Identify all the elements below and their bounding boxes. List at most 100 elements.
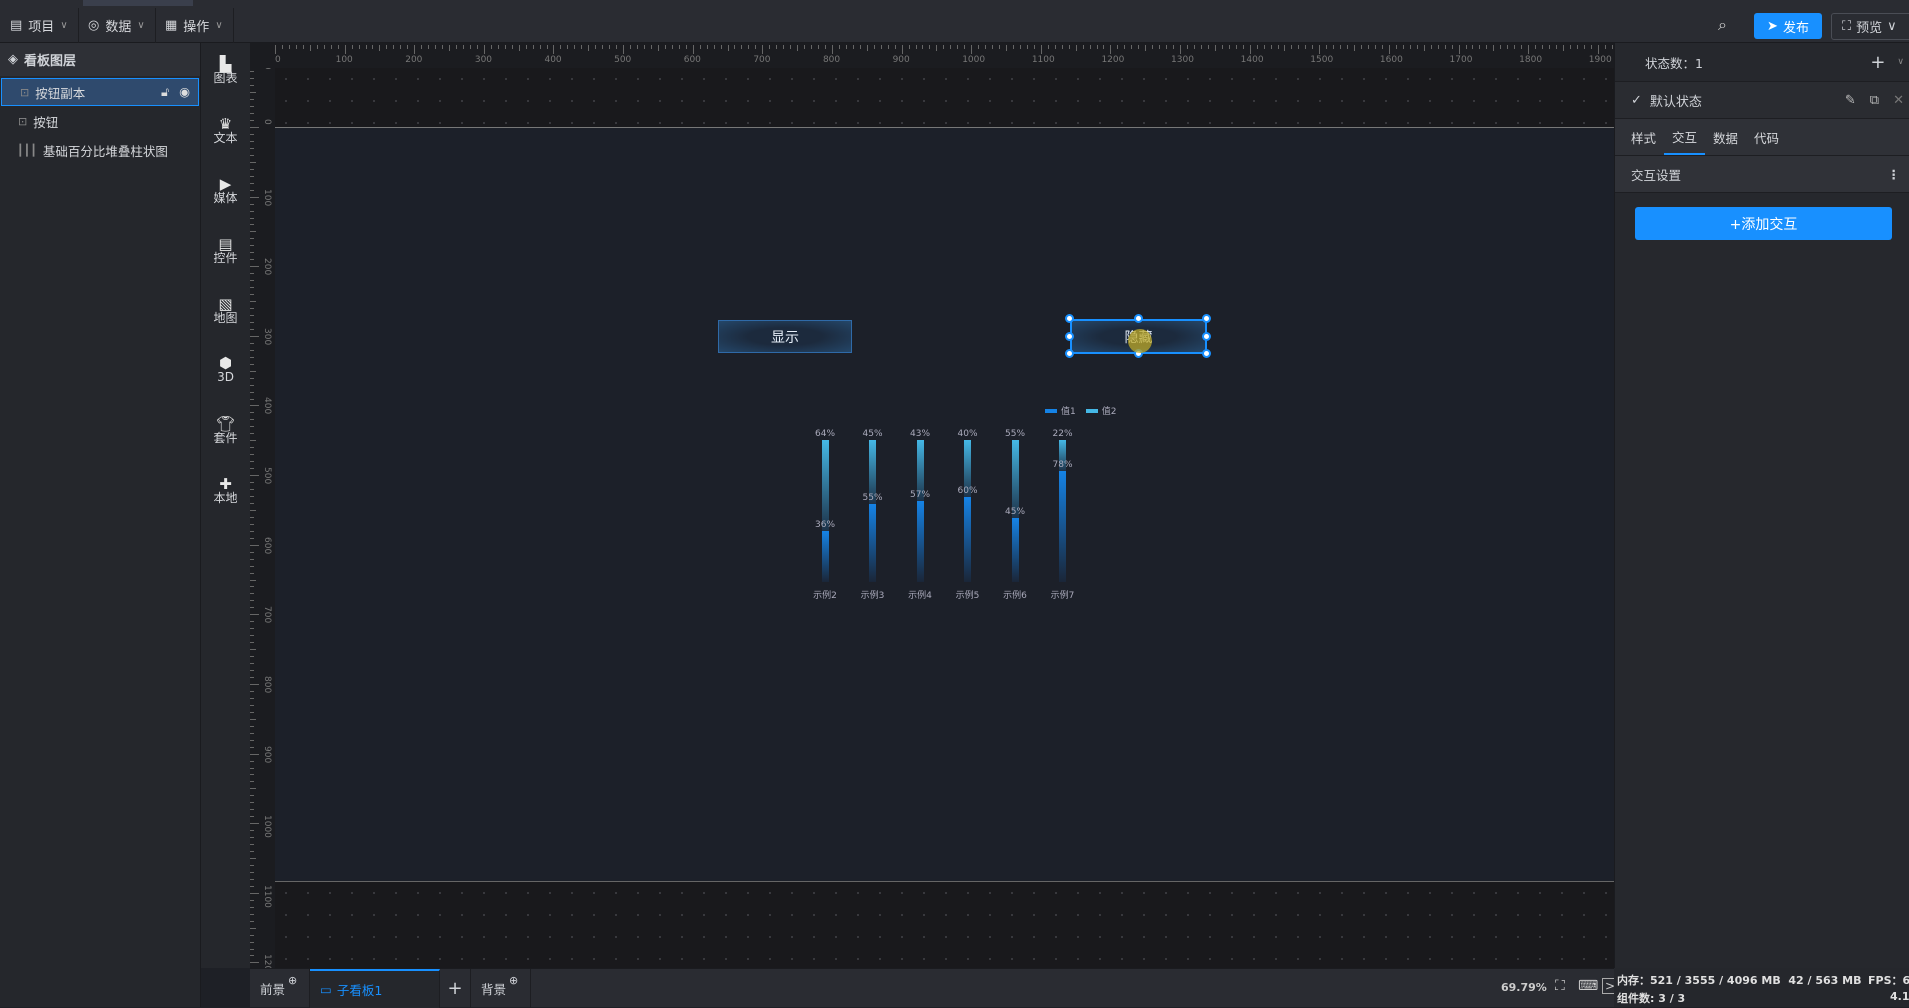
default-state-row[interactable]: ✓ 默认状态 ✎ ⧉ ✕ (1615, 82, 1909, 119)
puzzle-icon: ✚ (219, 475, 232, 493)
file-icon: ▤ (10, 18, 23, 33)
tool-kit[interactable]: 👕︎ 套件 (201, 417, 250, 446)
bar-value1[interactable] (869, 503, 876, 582)
ruler-tick (1068, 45, 1070, 49)
ruler-tick (250, 718, 256, 720)
chevron-down-icon[interactable]: ∨ (1897, 57, 1904, 67)
ruler-label: 100 (335, 55, 353, 65)
background-tab[interactable]: 背景 ⊕ (471, 969, 531, 1008)
preview-button[interactable]: ⛶ 预览 ∨ (1831, 13, 1909, 40)
sub-board-tab[interactable]: ▭ 子看板1 (310, 969, 440, 1008)
add-circle-icon[interactable]: ⊕ (509, 974, 518, 987)
bar-value1[interactable] (916, 501, 924, 582)
ruler-tick (1368, 45, 1370, 49)
menu-project[interactable]: ▤ 项目 ∨ (0, 8, 79, 43)
layer-label: 按钮副本 (35, 85, 86, 101)
zoom-level[interactable]: 69.79% (1501, 981, 1547, 994)
ruler-tick (250, 621, 254, 623)
tab-style[interactable]: 样式 (1623, 119, 1664, 155)
menu-data[interactable]: ◎ 数据 ∨ (78, 8, 156, 43)
cursor-highlight (1128, 329, 1152, 353)
category-label: 示例2 (813, 591, 837, 601)
top-tab[interactable] (83, 0, 193, 6)
bar-value1[interactable] (964, 496, 971, 582)
menu-operation[interactable]: ▦ 操作 ∨ (155, 8, 234, 43)
copy-icon[interactable]: ⧉ (1870, 93, 1879, 108)
eye-icon[interactable]: ◉ (179, 84, 190, 100)
tool-media[interactable]: ▶ 媒体 (201, 177, 250, 206)
resize-handle[interactable] (1202, 314, 1211, 323)
vertical-ruler[interactable]: -100 0 100 200 300 400 500 600 700 800 900 1000 1100… (250, 68, 275, 968)
cube-icon: ⬢ (218, 354, 233, 372)
tool-local[interactable]: ✚ 本地 (201, 475, 250, 506)
bar-value2[interactable] (821, 440, 829, 531)
foreground-tab[interactable]: 前景 ⊕ (250, 969, 310, 1008)
tool-map[interactable]: ▧ 地图 (201, 297, 250, 326)
bar-value1[interactable] (1059, 471, 1066, 582)
tool-chart[interactable]: ▙ 图表 (201, 57, 250, 86)
edit-icon[interactable]: ✎ (1845, 93, 1856, 108)
ruler-tick (581, 45, 583, 49)
ruler-tick (250, 154, 254, 156)
ruler-tick (250, 182, 254, 184)
legend-item[interactable]: 值1 (1045, 404, 1076, 417)
chevron-down-icon: ∨ (137, 20, 145, 31)
ruler-tick (250, 844, 254, 846)
tool-3d[interactable]: ⬢ 3D (201, 354, 250, 385)
resize-handle[interactable] (1202, 332, 1211, 341)
resize-handle[interactable] (1134, 314, 1143, 323)
search-icon[interactable]: ⌕ (1718, 15, 1727, 35)
list-icon: ▤ (218, 235, 233, 253)
percent-stacked-bar-chart[interactable]: 值1 值2 64% 36% 示例2 45% 55% 示例3 43% 57% 示例4 40% 60% 示… (790, 395, 1130, 605)
ruler-tick (1200, 45, 1202, 49)
tool-control[interactable]: ▤ 控件 (201, 235, 250, 266)
more-icon[interactable]: ⋮ (1888, 167, 1901, 182)
horizontal-ruler[interactable]: 0 100 200 300 400 500 600 700 800 900 1000 1100 1200… (250, 43, 1614, 68)
send-icon: ➤ (1767, 18, 1778, 34)
tab-data[interactable]: 数据 (1705, 119, 1746, 155)
resize-handle[interactable] (1065, 314, 1074, 323)
unlock-icon[interactable]: 🔓︎ (161, 84, 169, 100)
layer-item-chart[interactable]: ┃┃┃ 基础百分比堆叠柱状图 (0, 136, 200, 164)
ruler-tick (1131, 45, 1133, 49)
ruler-tick (330, 45, 332, 49)
publish-button[interactable]: ➤ 发布 (1754, 13, 1822, 39)
bar-value1[interactable] (821, 530, 829, 582)
ruler-tick (1409, 45, 1411, 49)
ruler-tick (250, 99, 254, 101)
add-circle-icon[interactable]: ⊕ (288, 974, 297, 987)
layer-item-button-copy[interactable]: ⊡ 按钮副本 🔓︎ ◉ (1, 78, 199, 106)
legend-item[interactable]: 值2 (1085, 404, 1116, 417)
resize-handle[interactable] (1065, 349, 1074, 358)
tool-text[interactable]: ♛ 文本 (201, 117, 250, 146)
ruler-label: 1200 (262, 954, 272, 968)
legend-label: 值1 (1061, 407, 1076, 417)
layer-item-button[interactable]: ⊡ 按钮 (0, 107, 200, 135)
ruler-tick (250, 482, 254, 484)
ruler-tick (442, 45, 444, 49)
ruler-tick (250, 788, 256, 790)
show-button[interactable]: 显示 (718, 320, 852, 353)
close-icon[interactable]: ✕ (1893, 93, 1904, 108)
ruler-tick (880, 45, 882, 49)
resize-handle[interactable] (1202, 349, 1211, 358)
tab-interaction[interactable]: 交互 (1664, 119, 1706, 155)
add-board-button[interactable]: + (440, 969, 471, 1008)
fit-screen-icon[interactable]: ⛶ (1555, 978, 1565, 994)
ruler-tick (400, 45, 402, 49)
ruler-tick (250, 725, 254, 727)
add-interaction-button[interactable]: +添加交互 (1635, 207, 1892, 240)
menu-label: 项目 (28, 20, 55, 35)
ruler-tick (1180, 45, 1182, 54)
tab-code[interactable]: 代码 (1746, 119, 1787, 155)
ruler-tick (1089, 45, 1091, 49)
ruler-tick (908, 45, 910, 49)
keyboard-icon[interactable]: ⌨ (1578, 978, 1598, 994)
ruler-tick (365, 45, 367, 49)
add-state-icon[interactable]: + (1870, 52, 1885, 73)
ruler-tick (476, 45, 478, 49)
ruler-tick (250, 412, 254, 414)
ruler-tick (250, 168, 254, 170)
resize-handle[interactable] (1065, 332, 1074, 341)
bar-value1[interactable] (1011, 518, 1019, 582)
